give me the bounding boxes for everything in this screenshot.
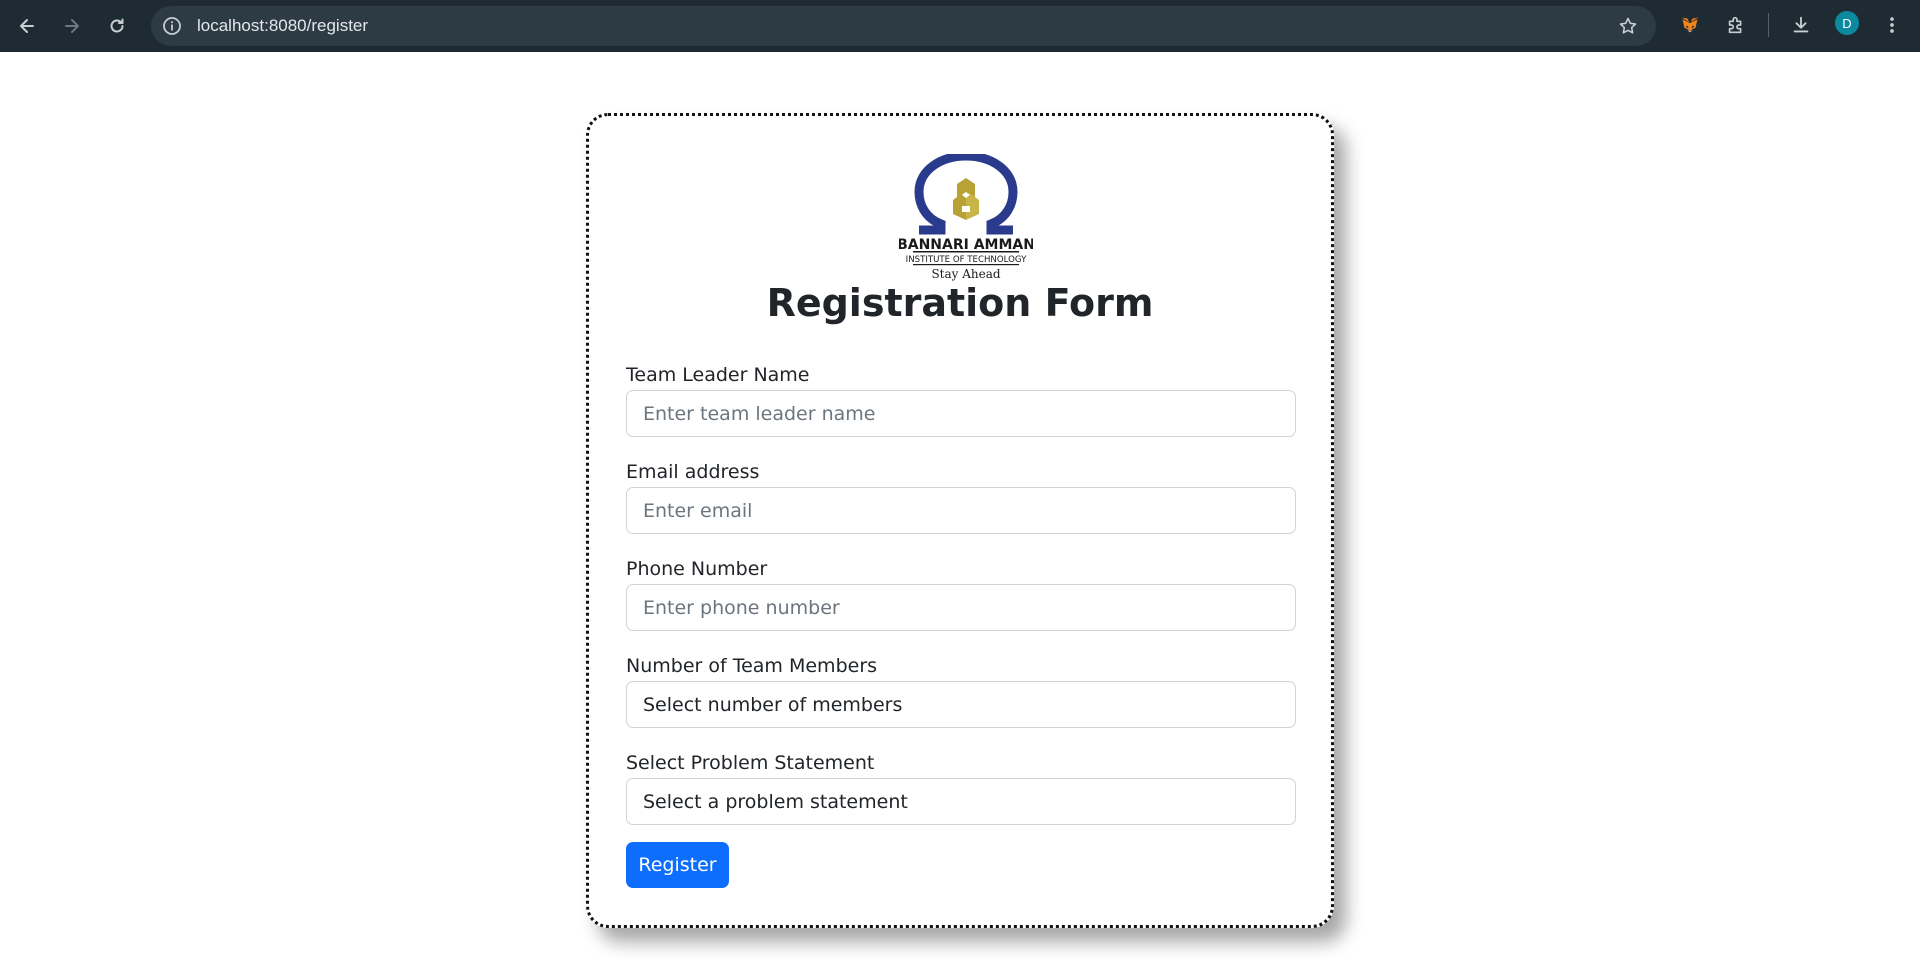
institute-logo: BANNARI AMMAN INSTITUTE OF TECHNOLOGY St… xyxy=(899,154,1033,281)
url-text[interactable]: localhost:8080/register xyxy=(197,16,368,36)
email-input[interactable] xyxy=(626,487,1296,534)
forward-arrow-icon xyxy=(65,19,79,33)
email-label: Email address xyxy=(626,461,760,483)
team-leader-name-input[interactable] xyxy=(626,390,1296,437)
bookmark-star-icon[interactable] xyxy=(1618,16,1638,36)
site-info-icon[interactable] xyxy=(161,15,183,37)
team-members-select-value: Select number of members xyxy=(643,693,903,716)
toolbar-divider xyxy=(1768,13,1769,37)
menu-kebab-icon[interactable] xyxy=(1879,12,1905,38)
register-button[interactable]: Register xyxy=(626,842,729,888)
browser-toolbar: localhost:8080/register D xyxy=(0,0,1920,52)
phone-number-input[interactable] xyxy=(626,584,1296,631)
forward-button[interactable] xyxy=(55,9,89,43)
back-arrow-icon xyxy=(20,19,34,33)
problem-statement-select-value: Select a problem statement xyxy=(643,790,908,813)
registration-card: BANNARI AMMAN INSTITUTE OF TECHNOLOGY St… xyxy=(586,113,1334,928)
reload-button[interactable] xyxy=(100,9,134,43)
team-members-select[interactable]: Select number of members xyxy=(626,681,1296,728)
address-bar[interactable]: localhost:8080/register xyxy=(151,6,1656,46)
form-title: Registration Form xyxy=(766,281,1154,325)
svg-text:Stay Ahead: Stay Ahead xyxy=(931,267,1000,281)
downloads-icon[interactable] xyxy=(1788,12,1814,38)
svg-text:BANNARI AMMAN: BANNARI AMMAN xyxy=(899,237,1033,253)
extensions-puzzle-icon[interactable] xyxy=(1723,12,1749,38)
team-members-label: Number of Team Members xyxy=(626,655,878,677)
metamask-extension-icon[interactable] xyxy=(1677,12,1703,38)
phone-number-label: Phone Number xyxy=(626,558,768,580)
reload-icon xyxy=(110,18,124,33)
profile-avatar[interactable]: D xyxy=(1835,11,1859,35)
back-button[interactable] xyxy=(10,9,44,43)
problem-statement-select[interactable]: Select a problem statement xyxy=(626,778,1296,825)
problem-statement-label: Select Problem Statement xyxy=(626,752,875,774)
team-leader-name-label: Team Leader Name xyxy=(626,364,810,386)
svg-text:INSTITUTE OF TECHNOLOGY: INSTITUTE OF TECHNOLOGY xyxy=(906,255,1027,265)
